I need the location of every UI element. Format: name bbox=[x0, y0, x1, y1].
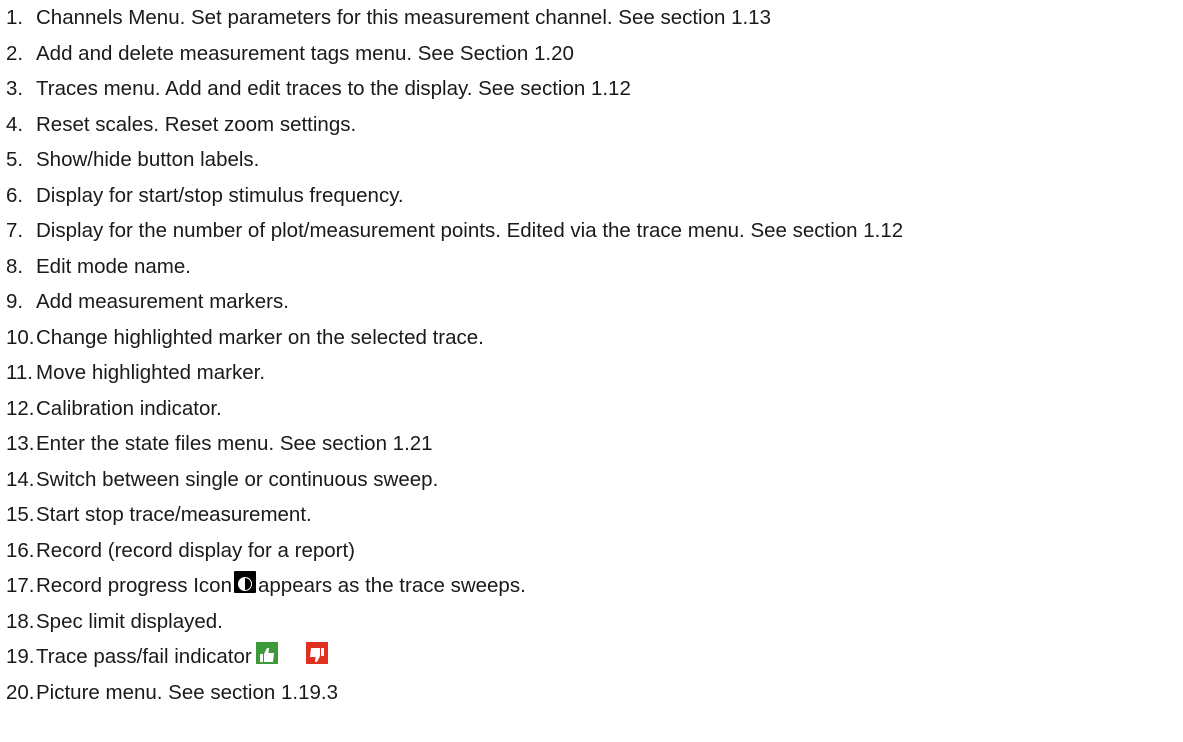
item-number: 10. bbox=[6, 325, 35, 349]
list-item: 8. Edit mode name. bbox=[0, 249, 1183, 285]
list-item: 18.Spec limit displayed. bbox=[0, 604, 1183, 640]
item-text: Enter the state files menu. See section … bbox=[36, 432, 433, 455]
item-number: 2. bbox=[6, 41, 24, 65]
list-item: 13.Enter the state files menu. See secti… bbox=[0, 426, 1183, 462]
item-text: Calibration indicator. bbox=[36, 396, 222, 420]
item-number: 8. bbox=[6, 254, 24, 278]
list-item: 10.Change highlighted marker on the sele… bbox=[0, 320, 1183, 356]
item-number: 12. bbox=[6, 396, 35, 420]
numbered-list: 1. Channels Menu. Set parameters for this… bbox=[0, 0, 1183, 710]
list-item: 4. Reset scales. Reset zoom settings. bbox=[0, 107, 1183, 143]
item-text: Spec limit displayed. bbox=[36, 609, 223, 633]
item-text: Edit mode name. bbox=[36, 254, 191, 278]
item-text: Move highlighted marker. bbox=[36, 361, 266, 384]
item-number: 5. bbox=[6, 148, 24, 171]
list-item: 3. Traces menu. Add and edit traces to th… bbox=[0, 71, 1183, 107]
item-text: Switch between single or continuous swee… bbox=[36, 467, 439, 491]
item-text-after: appears as the trace sweeps. bbox=[257, 574, 526, 597]
thumbs-up-icon bbox=[255, 642, 278, 664]
item-number: 3. bbox=[6, 77, 24, 100]
item-text: Reset scales. Reset zoom settings. bbox=[36, 112, 357, 136]
item-number: 18. bbox=[6, 609, 35, 633]
item-number: 17. bbox=[6, 574, 35, 597]
list-item: 16.Record (record display for a report) bbox=[0, 533, 1183, 569]
item-number: 14. bbox=[6, 467, 35, 491]
list-item: 9. Add measurement markers. bbox=[0, 284, 1183, 320]
item-number: 15. bbox=[6, 503, 35, 526]
item-text: Record (record display for a report) bbox=[36, 538, 356, 562]
list-item: 6. Display for start/stop stimulus freque… bbox=[0, 178, 1183, 214]
list-item: 11. Move highlighted marker. bbox=[0, 355, 1183, 391]
item-text: Start stop trace/measurement. bbox=[36, 503, 312, 526]
item-text-before: Record progress Icon bbox=[36, 574, 232, 597]
list-item: 20.Picture menu. See section 1.19.3 bbox=[0, 675, 1183, 711]
item-text: Trace pass/fail indicator bbox=[36, 645, 252, 668]
thumbs-down-icon bbox=[305, 642, 328, 664]
list-item: 17.Record progress Icon appears as the tr… bbox=[0, 568, 1183, 604]
list-item: 19.Trace pass/fail indicator bbox=[0, 639, 1183, 675]
item-number: 11. bbox=[6, 361, 33, 384]
item-text: Change highlighted marker on the selecte… bbox=[36, 325, 484, 349]
item-text: Show/hide button labels. bbox=[36, 148, 260, 171]
list-item: 1. Channels Menu. Set parameters for this… bbox=[0, 0, 1183, 36]
item-number: 20. bbox=[6, 680, 35, 704]
item-text: Add and delete measurement tags menu. Se… bbox=[36, 41, 574, 65]
item-text: Picture menu. See section 1.19.3 bbox=[36, 680, 338, 704]
record-progress-icon bbox=[233, 571, 256, 593]
item-number: 1. bbox=[6, 6, 24, 29]
list-item: 15.Start stop trace/measurement. bbox=[0, 497, 1183, 533]
item-number: 13. bbox=[6, 432, 35, 455]
item-number: 6. bbox=[6, 183, 24, 207]
item-text: Display for start/stop stimulus frequenc… bbox=[36, 183, 404, 207]
list-item: 12.Calibration indicator. bbox=[0, 391, 1183, 427]
item-number: 7. bbox=[6, 219, 24, 242]
item-number: 9. bbox=[6, 290, 24, 313]
list-item: 2. Add and delete measurement tags menu. … bbox=[0, 36, 1183, 72]
item-number: 4. bbox=[6, 112, 24, 136]
item-text: Display for the number of plot/measureme… bbox=[36, 219, 904, 242]
list-item: 7. Display for the number of plot/measure… bbox=[0, 213, 1183, 249]
item-number: 19. bbox=[6, 645, 35, 668]
item-text: Add measurement markers. bbox=[36, 290, 289, 313]
item-text: Channels Menu. Set parameters for this m… bbox=[36, 6, 771, 29]
item-number: 16. bbox=[6, 538, 35, 562]
list-item: 5. Show/hide button labels. bbox=[0, 142, 1183, 178]
item-text: Traces menu. Add and edit traces to the … bbox=[36, 77, 631, 100]
list-item: 14.Switch between single or continuous s… bbox=[0, 462, 1183, 498]
